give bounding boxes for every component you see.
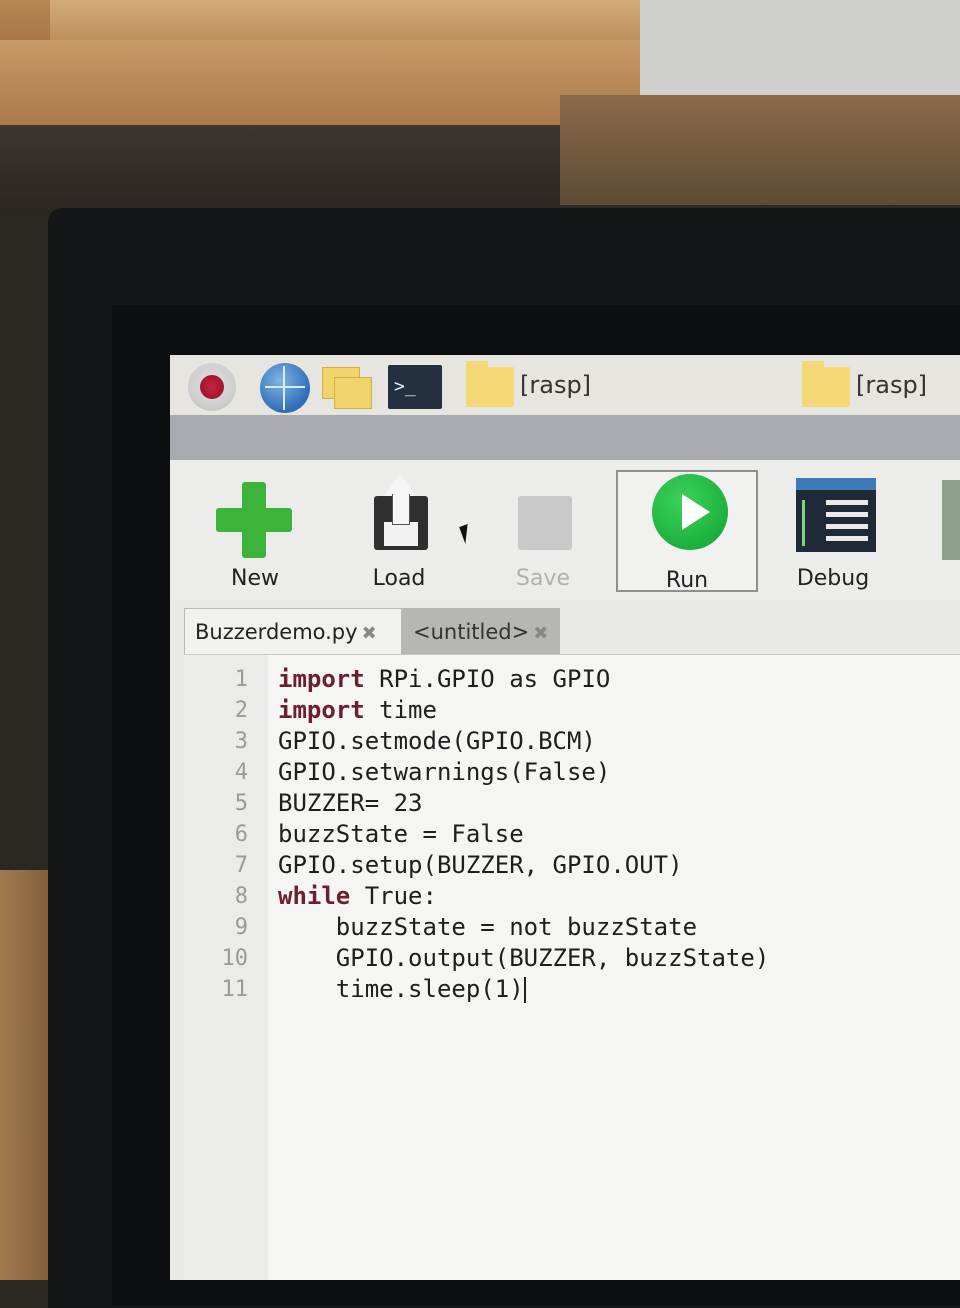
code-text: time	[364, 696, 437, 724]
code-line[interactable]: time.sleep(1)	[278, 975, 526, 1003]
code-text: time.sleep(1)	[278, 975, 524, 1003]
code-text: True:	[350, 882, 437, 910]
code-line[interactable]: BUZZER= 23	[278, 789, 423, 817]
code-keyword: while	[278, 882, 351, 910]
line-number: 9	[234, 915, 248, 940]
code-line[interactable]: import time	[278, 696, 437, 724]
tab-untitled[interactable]: <untitled> ✖	[402, 608, 560, 654]
close-tab-icon[interactable]: ✖	[362, 623, 377, 644]
file-manager-icon[interactable]	[322, 363, 374, 409]
line-number: 5	[234, 791, 248, 816]
debug-icon-line	[826, 512, 868, 517]
code-line[interactable]: while True:	[278, 882, 437, 910]
web-browser-icon[interactable]	[260, 363, 310, 413]
code-text: GPIO.output(BUZZER, buzzState)	[278, 944, 770, 972]
raspberry-menu-icon[interactable]	[188, 363, 236, 411]
code-text: GPIO.setmode(GPIO.BCM)	[278, 727, 596, 755]
code-editor[interactable]: 1 2 3 4 5 6 7 8 9 10 11 import RPi.GPIO …	[184, 654, 960, 1280]
line-number: 4	[234, 760, 248, 785]
save-button[interactable]: Save	[472, 470, 614, 592]
line-number: 6	[234, 822, 248, 847]
line-number: 7	[234, 853, 248, 878]
code-line[interactable]: GPIO.setup(BUZZER, GPIO.OUT)	[278, 851, 683, 879]
taskbar: >_ [rasp] [rasp]	[170, 355, 960, 415]
folder-icon[interactable]	[802, 361, 850, 407]
background-wood-board	[0, 40, 640, 125]
run-button[interactable]: Run	[616, 470, 758, 593]
code-line[interactable]: import RPi.GPIO as GPIO	[278, 665, 610, 693]
debug-icon-line	[826, 536, 868, 541]
taskbar-window-label[interactable]: [rasp]	[856, 371, 927, 399]
code-line[interactable]: buzzState = False	[278, 820, 524, 848]
line-number: 2	[234, 698, 248, 723]
run-label: Run	[665, 568, 709, 593]
debug-label: Debug	[796, 566, 870, 591]
floppy-disk-icon	[518, 496, 572, 550]
new-button[interactable]: New	[184, 470, 326, 592]
debug-icon-line	[826, 500, 868, 505]
code-keyword: import	[278, 696, 365, 724]
save-label: Save	[515, 566, 570, 591]
code-text: RPi.GPIO as GPIO	[364, 665, 611, 693]
code-line[interactable]: buzzState = not buzzState	[278, 913, 697, 941]
line-number: 3	[234, 729, 248, 754]
code-keyword: import	[278, 665, 365, 693]
debug-button[interactable]: Debug	[762, 470, 904, 592]
tab-label: Buzzerdemo.py	[195, 620, 358, 644]
up-arrow-shaft	[392, 494, 410, 525]
text-caret	[523, 977, 526, 1003]
plus-icon-bar	[216, 508, 292, 532]
new-label: New	[231, 566, 279, 591]
play-icon	[652, 474, 728, 550]
close-tab-icon[interactable]: ✖	[533, 623, 548, 644]
terminal-icon[interactable]: >_	[388, 365, 442, 409]
load-button[interactable]: Load	[328, 470, 470, 592]
tab-label: <untitled>	[413, 620, 530, 644]
code-text: buzzState = not buzzState	[278, 913, 698, 941]
line-number: 1	[234, 667, 248, 692]
up-arrow-icon	[384, 474, 416, 496]
code-line[interactable]: GPIO.setmode(GPIO.BCM)	[278, 727, 596, 755]
screen: >_ [rasp] [rasp] New Load Save Run Debug…	[170, 355, 960, 1280]
line-number: 10	[221, 946, 249, 971]
floppy-disk-label	[384, 522, 418, 546]
code-text: BUZZER= 23	[278, 789, 423, 817]
line-number: 8	[234, 884, 248, 909]
background-wall	[640, 0, 960, 110]
toolbar: New Load Save Run Debug	[170, 460, 960, 600]
code-line[interactable]: GPIO.output(BUZZER, buzzState)	[278, 944, 769, 972]
tab-buzzerdemo[interactable]: Buzzerdemo.py ✖	[184, 608, 402, 654]
clipped-toolbar-button[interactable]	[942, 480, 960, 560]
folder-icon[interactable]	[466, 361, 514, 407]
background-box	[560, 95, 960, 205]
debug-icon	[796, 478, 876, 552]
window-title-bar	[170, 415, 960, 460]
code-text: buzzState = False	[278, 820, 524, 848]
taskbar-window-label[interactable]: [rasp]	[520, 371, 591, 399]
line-number: 11	[221, 977, 249, 1002]
debug-icon-line	[826, 524, 868, 529]
debug-icon-tree	[802, 500, 823, 546]
code-text: GPIO.setup(BUZZER, GPIO.OUT)	[278, 851, 683, 879]
code-line[interactable]: GPIO.setwarnings(False)	[278, 758, 610, 786]
code-text: GPIO.setwarnings(False)	[278, 758, 611, 786]
load-label: Load	[372, 566, 426, 591]
